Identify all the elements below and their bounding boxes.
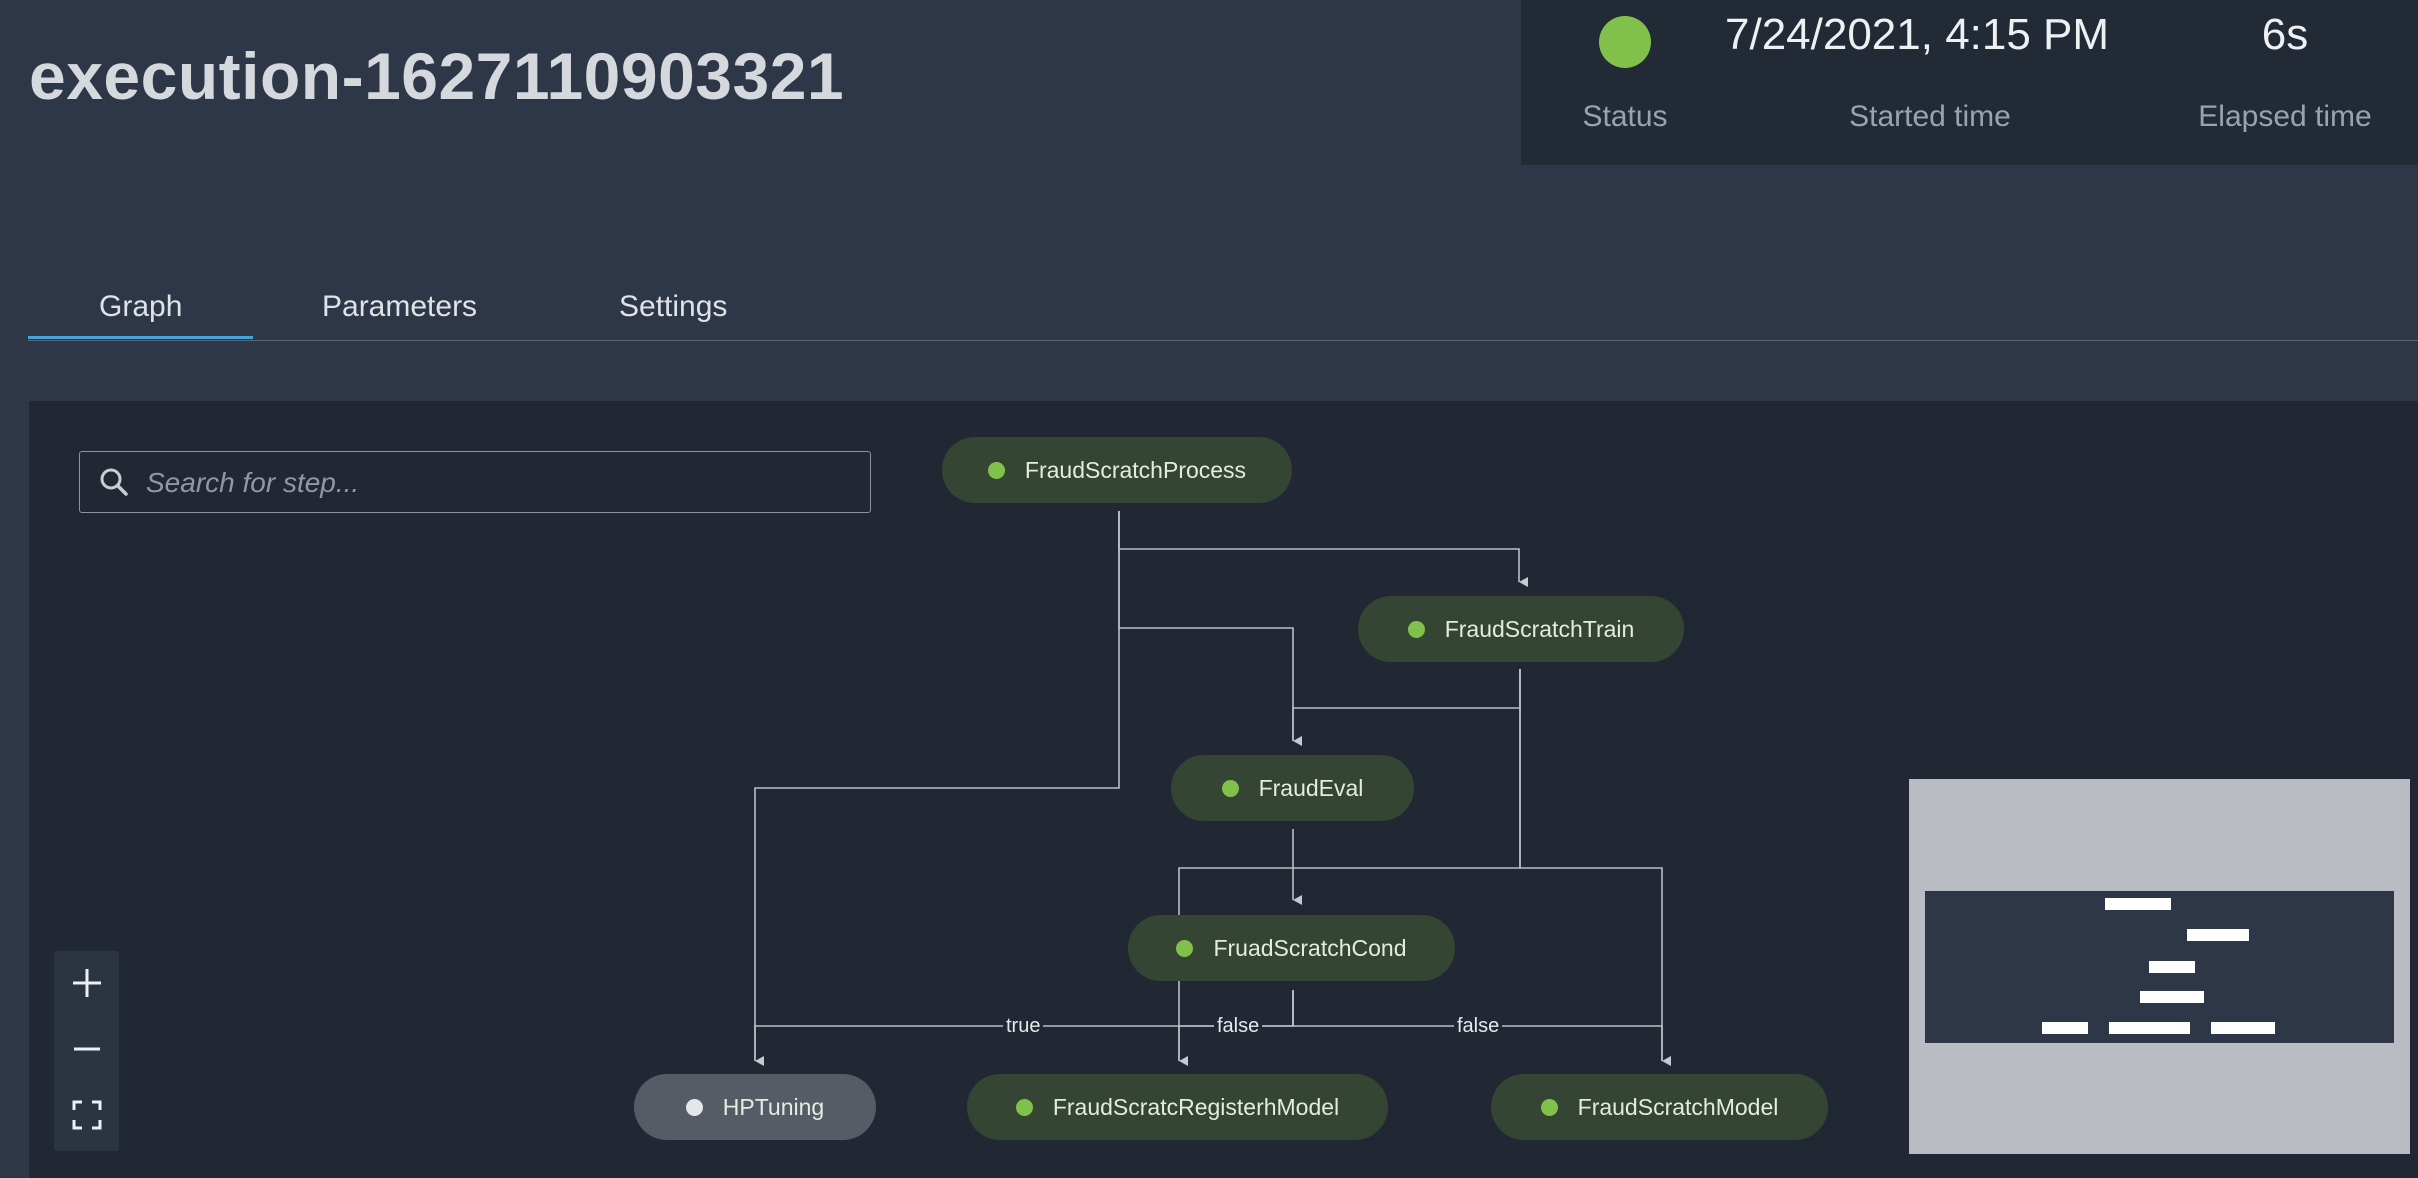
minimap-node <box>2109 1022 2190 1034</box>
pipeline-graph-canvas[interactable]: true false false FraudScratchProcess Fra… <box>29 401 2418 1178</box>
edge-train-eval <box>1292 669 1521 741</box>
minimap-node <box>2042 1022 2088 1034</box>
edge-process-train <box>1118 511 1528 587</box>
step-label: FruadScratchCond <box>1213 934 1407 961</box>
tab-bar: Graph Parameters Settings <box>28 270 2418 341</box>
zoom-in-button[interactable] <box>54 951 119 1015</box>
step-label: FraudEval <box>1258 774 1364 801</box>
zoom-controls <box>54 951 119 1151</box>
minimap-node <box>2140 991 2204 1003</box>
fit-to-screen-button[interactable] <box>54 1083 119 1147</box>
status-dot-icon <box>1176 939 1194 957</box>
status-dot-icon <box>987 461 1005 479</box>
page-title: execution-1627110903321 <box>29 39 845 113</box>
edge-process-hptuning <box>754 511 1120 1066</box>
step-label: HPTuning <box>722 1093 825 1120</box>
status-dot-icon <box>1407 620 1425 638</box>
step-node-hp-tuning[interactable]: HPTuning <box>634 1074 876 1140</box>
minimap-node <box>2105 898 2171 910</box>
edge-process-eval <box>1118 511 1302 746</box>
edge-label-true: true <box>1003 1015 1044 1037</box>
edge-label-false: false <box>1214 1015 1263 1037</box>
minus-icon <box>73 1047 100 1051</box>
elapsed-time-value: 6s <box>2261 10 2309 59</box>
started-time-label: Started time <box>1849 100 2011 133</box>
edge-label-false: false <box>1454 1015 1503 1037</box>
step-label: FraudScratchTrain <box>1444 615 1635 642</box>
tab-parameters[interactable]: Parameters <box>322 290 477 324</box>
step-node-fraud-scratch-process[interactable]: FraudScratchProcess <box>942 437 1292 503</box>
step-node-fruad-scratch-cond[interactable]: FruadScratchCond <box>1128 915 1455 981</box>
step-node-fraud-scratch-train[interactable]: FraudScratchTrain <box>1358 596 1684 662</box>
tab-graph[interactable]: Graph <box>99 290 182 324</box>
step-label: FraudScratchProcess <box>1024 456 1247 483</box>
status-dot-icon <box>685 1098 703 1116</box>
started-time-value: 7/24/2021, 4:15 PM <box>1725 10 2110 59</box>
minimap-node <box>2211 1022 2275 1034</box>
step-node-fraud-register-model[interactable]: FraudScratcRegisterhModel <box>967 1074 1388 1140</box>
active-tab-indicator <box>28 336 253 339</box>
step-label: FraudScratchModel <box>1577 1093 1779 1120</box>
graph-minimap[interactable] <box>1909 779 2410 1154</box>
step-node-fraud-scratch-model[interactable]: FraudScratchModel <box>1491 1074 1828 1140</box>
status-dot-icon <box>1221 779 1239 797</box>
zoom-out-button[interactable] <box>54 1017 119 1081</box>
minimap-viewport[interactable] <box>1925 891 2394 1043</box>
step-label: FraudScratcRegisterhModel <box>1052 1093 1340 1120</box>
status-dot-icon <box>1015 1098 1033 1116</box>
minimap-node <box>2187 929 2249 941</box>
plus-icon <box>72 969 101 997</box>
status-indicator-icon <box>1599 16 1651 68</box>
fit-screen-icon <box>72 1100 101 1130</box>
status-dot-icon <box>1540 1098 1558 1116</box>
edge-train-register <box>1178 669 1521 1066</box>
minimap-node <box>2149 961 2195 973</box>
status-label: Status <box>1582 100 1668 133</box>
elapsed-time-label: Elapsed time <box>2198 100 2372 133</box>
tab-settings[interactable]: Settings <box>619 290 727 324</box>
step-node-fraud-eval[interactable]: FraudEval <box>1171 755 1414 821</box>
edge-train-model <box>1519 669 1671 1066</box>
